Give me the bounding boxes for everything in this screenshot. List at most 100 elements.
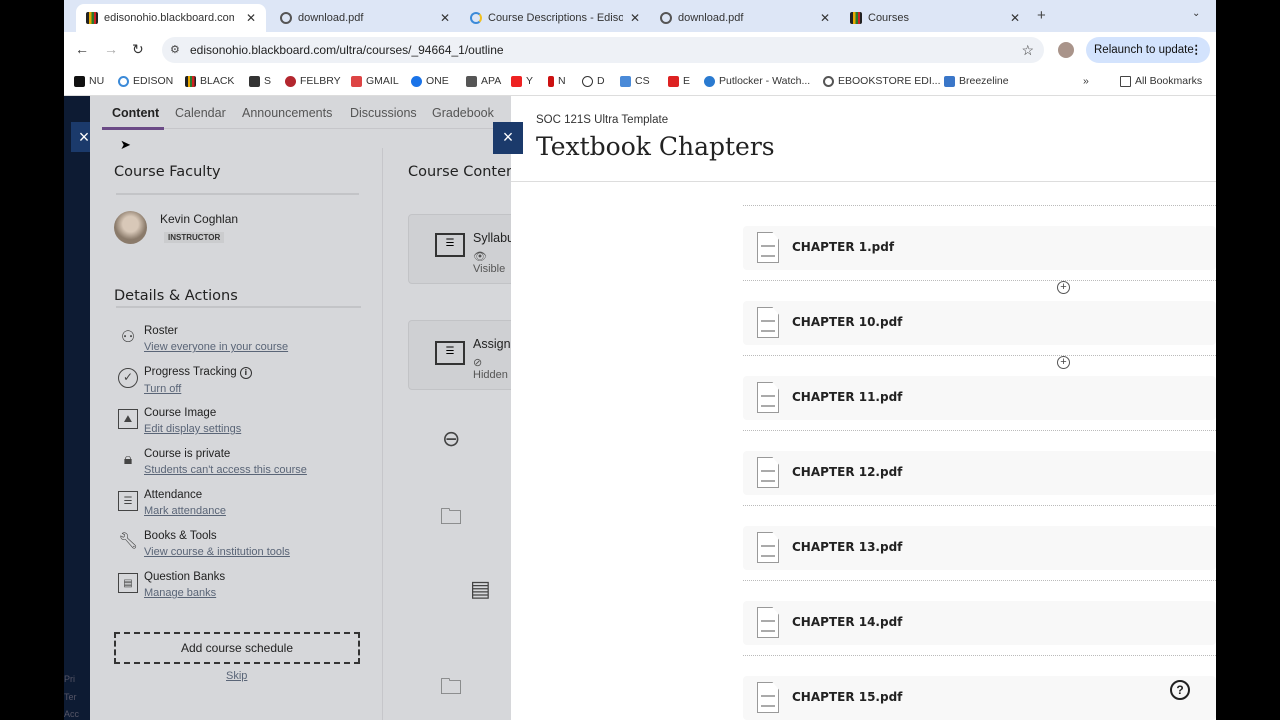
bookmark-star-icon[interactable]: ☆ [1021,37,1034,63]
footer-link[interactable]: Ter [64,692,77,702]
bookmark[interactable]: Putlocker - Watch... [704,75,810,87]
instructor-name[interactable]: Kevin Coghlan [160,212,238,226]
pdf-file-icon [757,307,779,338]
footer-link[interactable]: Acc [64,709,79,719]
add-content-plus-icon[interactable]: + [1057,281,1070,294]
footer-link[interactable]: Pri [64,674,75,684]
tab-announcements[interactable]: Announcements [242,106,332,120]
file-name[interactable]: CHAPTER 11.pdf [792,390,902,404]
file-item[interactable]: CHAPTER 12.pdf [743,451,1216,495]
bookmark[interactable]: ONE [411,75,449,87]
column-divider [382,148,383,720]
close-tab-icon[interactable]: ✕ [630,11,640,25]
tab-calendar[interactable]: Calendar [175,106,226,120]
bookmark[interactable]: APA [466,75,501,87]
close-tab-icon[interactable]: ✕ [820,11,830,25]
bookmark[interactable]: EBOOKSTORE EDI... [823,75,941,87]
relaunch-button[interactable]: Relaunch to update ⋮ [1086,37,1210,63]
browser-tab[interactable]: Courses ✕ [840,4,1030,32]
bookmark[interactable]: Breezeline [944,75,1009,87]
help-icon[interactable]: ? [1170,680,1190,700]
reload-button[interactable]: ↻ [132,41,144,58]
roster-link[interactable]: View everyone in your course [144,341,288,353]
mark-attendance-link[interactable]: Mark attendance [144,505,226,517]
bookmark[interactable]: CS [620,75,650,87]
bookmark[interactable]: E [668,75,690,87]
file-item[interactable]: CHAPTER 13.pdf [743,526,1216,570]
tab-content[interactable]: Content [112,106,159,120]
file-item[interactable]: CHAPTER 1.pdf [743,226,1216,270]
browser-tab[interactable]: edisonohio.blackboard.com/u ✕ [76,4,266,32]
close-panel-button[interactable]: × [493,122,523,154]
active-tab-indicator [102,127,164,130]
details-actions-heading: Details & Actions [114,288,238,304]
action-course-image: Course Image Edit display settings [144,407,242,435]
browser-tab[interactable]: Course Descriptions - Edison ✕ [460,4,650,32]
content-item-assignment[interactable]: ☰ Assign ⊘ Hidden [408,320,518,390]
action-course-private: Course is private Students can't access t… [144,448,307,476]
close-tab-icon[interactable]: ✕ [246,11,256,25]
file-name[interactable]: CHAPTER 12.pdf [792,465,902,479]
add-course-schedule-button[interactable]: Add course schedule [114,632,360,664]
close-tab-icon[interactable]: ✕ [440,11,450,25]
bookmark[interactable]: D [582,75,605,87]
browser-tab[interactable]: download.pdf ✕ [650,4,840,32]
profile-avatar[interactable] [1058,42,1074,58]
file-item[interactable]: CHAPTER 10.pdf [743,301,1216,345]
globe-icon [660,12,672,24]
bookmark[interactable]: GMAIL [351,75,399,87]
image-icon: ⛰ [118,409,138,429]
tab-gradebook[interactable]: Gradebook [432,106,494,120]
folder-icon: 🗀︎ [440,674,463,699]
site-info-icon[interactable]: ⚙ [170,37,180,63]
info-icon[interactable]: i [239,367,252,379]
manage-banks-link[interactable]: Manage banks [144,587,225,599]
tab-discussions[interactable]: Discussions [350,106,417,120]
file-name[interactable]: CHAPTER 1.pdf [792,240,894,254]
edit-display-settings-link[interactable]: Edit display settings [144,423,241,435]
pdf-file-icon [757,232,779,263]
new-tab-button[interactable]: + [1037,7,1046,24]
file-name[interactable]: CHAPTER 14.pdf [792,615,902,629]
pdf-file-icon [757,607,779,638]
view-tools-link[interactable]: View course & institution tools [144,546,290,558]
file-name[interactable]: CHAPTER 10.pdf [792,315,902,329]
toolbar: ← → ↻ ⚙ edisonohio.blackboard.com/ultra/c… [64,32,1216,68]
turn-off-link[interactable]: Turn off [144,383,252,395]
tab-strip: edisonohio.blackboard.com/u ✕ download.pd… [64,0,1216,32]
file-name[interactable]: CHAPTER 13.pdf [792,540,902,554]
close-tab-icon[interactable]: ✕ [1010,11,1020,25]
pdf-file-icon [757,682,779,713]
all-bookmarks[interactable]: All Bookmarks [1120,75,1202,87]
forward-button[interactable]: → [104,41,118,57]
folder-icon: 🗀︎ [440,504,463,529]
browser-tab[interactable]: download.pdf ✕ [270,4,460,32]
insert-divider [743,430,1216,431]
menu-icon[interactable]: ⋮ [1191,37,1203,63]
document-icon: ☰ [435,233,465,257]
bookmark[interactable]: FELBRY [285,75,341,87]
bookmark[interactable]: Y [511,75,533,87]
file-item[interactable]: CHAPTER 11.pdf [743,376,1216,420]
file-name[interactable]: CHAPTER 15.pdf [792,690,902,704]
item-title: Assign [473,337,511,351]
action-attendance: Attendance Mark attendance [144,489,226,517]
course-privacy-link[interactable]: Students can't access this course [144,464,307,476]
file-item[interactable]: CHAPTER 14.pdf [743,601,1216,645]
back-button[interactable]: ← [75,41,89,57]
bookmark[interactable]: NU [74,75,104,87]
insert-divider [743,505,1216,506]
bookmark[interactable]: BLACK [185,75,234,87]
tab-search-chevron-icon[interactable]: ⌄ [1192,8,1200,19]
add-content-plus-icon[interactable]: + [1057,356,1070,369]
bookmarks-bar: NU EDISON BLACK S FELBRY GMAIL ONE APA Y… [64,68,1216,96]
address-bar[interactable]: ⚙ edisonohio.blackboard.com/ultra/courses… [162,37,1044,63]
file-item[interactable]: CHAPTER 15.pdf [743,676,1216,720]
bookmark[interactable]: N [548,75,566,87]
skip-link[interactable]: Skip [226,670,247,682]
more-bookmarks-icon[interactable]: » [1083,75,1089,87]
action-progress-tracking: Progress Tracking i Turn off [144,366,252,395]
bookmark[interactable]: EDISON [118,75,173,87]
content-item-syllabus[interactable]: ☰ Syllabus 👁︎ Visible [408,214,520,284]
bookmark[interactable]: S [249,75,271,87]
